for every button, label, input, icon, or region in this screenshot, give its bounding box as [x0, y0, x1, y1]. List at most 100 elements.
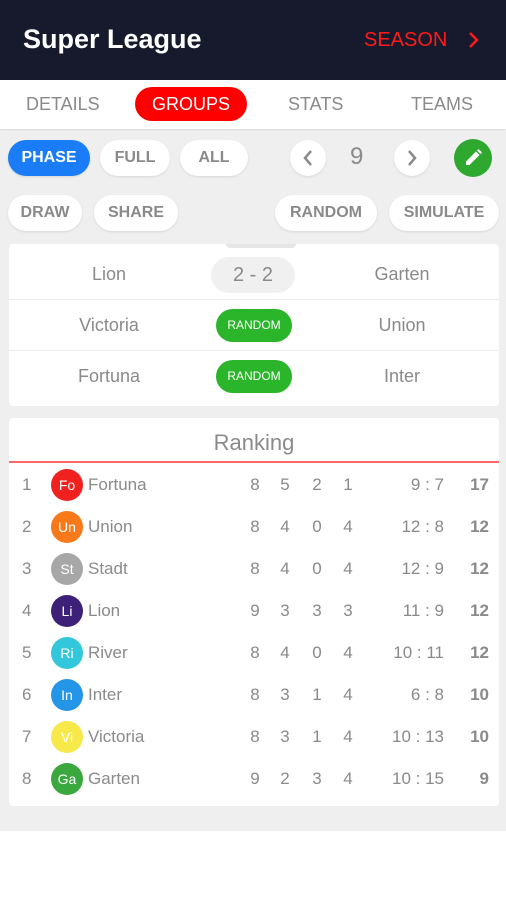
points: 12	[470, 601, 489, 620]
tab-bar: DETAILS GROUPS STATS TEAMS	[0, 80, 506, 130]
team-badge: In	[51, 679, 83, 711]
match-score[interactable]: 2 - 2	[211, 257, 295, 293]
all-filter-button[interactable]: ALL	[180, 140, 248, 176]
points: 12	[470, 559, 489, 578]
stat-p: 8	[250, 643, 260, 662]
home-team: Lion	[91, 264, 127, 284]
share-button[interactable]: SHARE	[94, 195, 178, 231]
stat-p: 8	[250, 517, 260, 536]
random-result-button[interactable]: RANDOM	[216, 309, 292, 342]
goal-ratio: 12 : 8	[401, 517, 444, 536]
previous-round-button[interactable]	[290, 140, 326, 176]
chevron-left-icon	[303, 150, 312, 166]
ranking-position: 2	[22, 517, 32, 536]
tab-details[interactable]: DETAILS	[26, 94, 100, 115]
stat-w: 5	[280, 475, 290, 494]
stat-d: 3	[312, 769, 322, 788]
season-button[interactable]: SEASON	[364, 29, 447, 52]
ranking-row[interactable]: 5 Ri River 8 4 0 4 10 : 11 12	[9, 632, 499, 674]
away-team: Garten	[374, 264, 430, 284]
home-team: Fortuna	[77, 366, 141, 386]
simulate-button[interactable]: SIMULATE	[389, 195, 499, 231]
ranking-position: 6	[22, 685, 32, 704]
points: 12	[470, 517, 489, 536]
match-row[interactable]: Victoria RANDOM Union	[9, 300, 499, 351]
ranking-position: 4	[22, 601, 32, 620]
stat-w: 3	[280, 601, 290, 620]
stat-l: 1	[343, 475, 353, 494]
ranking-row[interactable]: 2 Un Union 8 4 0 4 12 : 8 12	[9, 506, 499, 548]
chevron-right-icon[interactable]	[466, 28, 482, 52]
chevron-right-icon	[408, 150, 417, 166]
goal-ratio: 9 : 7	[410, 475, 444, 494]
stat-l: 3	[343, 601, 353, 620]
team-name: Victoria	[88, 727, 145, 746]
stat-d: 1	[312, 727, 322, 746]
tab-stats[interactable]: STATS	[288, 94, 343, 115]
ranking-row[interactable]: 3 St Stadt 8 4 0 4 12 : 9 12	[9, 548, 499, 590]
team-name: Stadt	[88, 559, 128, 578]
ranking-position: 8	[22, 769, 32, 788]
stat-l: 4	[343, 643, 353, 662]
stat-d: 3	[312, 601, 322, 620]
goal-ratio: 11 : 9	[402, 601, 444, 620]
goal-ratio: 10 : 11	[393, 643, 444, 662]
points: 10	[470, 685, 489, 704]
ranking-row[interactable]: 6 In Inter 8 3 1 4 6 : 8 10	[9, 674, 499, 716]
stat-w: 4	[280, 559, 290, 578]
goal-ratio: 10 : 13	[392, 727, 444, 746]
team-badge: Un	[51, 511, 83, 543]
ranking-card: Ranking 1 Fo Fortuna 8 5 2 1 9 : 7 17 2 Un Union 8 4 0…	[9, 418, 499, 806]
home-team: Victoria	[79, 315, 139, 335]
points: 9	[479, 769, 489, 788]
away-team: Union	[378, 315, 426, 335]
goal-ratio: 12 : 9	[401, 559, 444, 578]
stat-p: 9	[250, 769, 260, 788]
next-round-button[interactable]	[394, 140, 430, 176]
team-badge: St	[51, 553, 83, 585]
points: 10	[470, 727, 489, 746]
round-number: 9	[350, 143, 364, 170]
phase-filter-button[interactable]: PHASE	[8, 140, 90, 176]
full-filter-button[interactable]: FULL	[100, 140, 170, 176]
tab-teams[interactable]: TEAMS	[411, 94, 473, 115]
stat-l: 4	[343, 685, 353, 704]
stat-l: 4	[343, 559, 353, 578]
edit-button[interactable]	[454, 139, 492, 177]
ranking-position: 5	[22, 643, 32, 662]
stat-p: 8	[250, 685, 260, 704]
stat-p: 8	[250, 475, 260, 494]
app-header: Super League SEASON	[0, 0, 506, 80]
match-row[interactable]: Fortuna RANDOM Inter	[9, 351, 499, 402]
ranking-title: Ranking	[213, 430, 295, 455]
team-badge: Ga	[51, 763, 83, 795]
stat-p: 8	[250, 727, 260, 746]
team-name: River	[88, 643, 128, 662]
stat-l: 4	[343, 517, 353, 536]
stat-d: 0	[312, 559, 322, 578]
goal-ratio: 10 : 15	[392, 769, 444, 788]
draw-button[interactable]: DRAW	[8, 195, 82, 231]
team-badge: Ri	[51, 637, 83, 669]
matches-card: Lion 2 - 2 Garten Victoria RANDOM Union …	[9, 244, 499, 406]
ranking-divider	[9, 461, 499, 463]
team-name: Fortuna	[88, 475, 147, 494]
points: 12	[470, 643, 489, 662]
stat-d: 1	[312, 685, 322, 704]
stat-p: 8	[250, 559, 260, 578]
ranking-position: 3	[22, 559, 32, 578]
ranking-row[interactable]: 4 Li Lion 9 3 3 3 11 : 9 12	[9, 590, 499, 632]
stat-w: 4	[280, 643, 290, 662]
ranking-row[interactable]: 8 Ga Garten 9 2 3 4 10 : 15 9	[9, 758, 499, 800]
ranking-row[interactable]: 1 Fo Fortuna 8 5 2 1 9 : 7 17	[9, 464, 499, 506]
tab-groups[interactable]: GROUPS	[135, 87, 248, 121]
pencil-icon	[466, 149, 482, 165]
random-button[interactable]: RANDOM	[275, 195, 377, 231]
match-row[interactable]: Lion 2 - 2 Garten	[9, 249, 499, 300]
stat-w: 4	[280, 517, 290, 536]
random-result-button[interactable]: RANDOM	[216, 360, 292, 393]
ranking-row[interactable]: 7 Vi Victoria 8 3 1 4 10 : 13 10	[9, 716, 499, 758]
stat-w: 3	[280, 727, 290, 746]
page-title: Super League	[23, 24, 202, 54]
stat-w: 2	[280, 769, 290, 788]
